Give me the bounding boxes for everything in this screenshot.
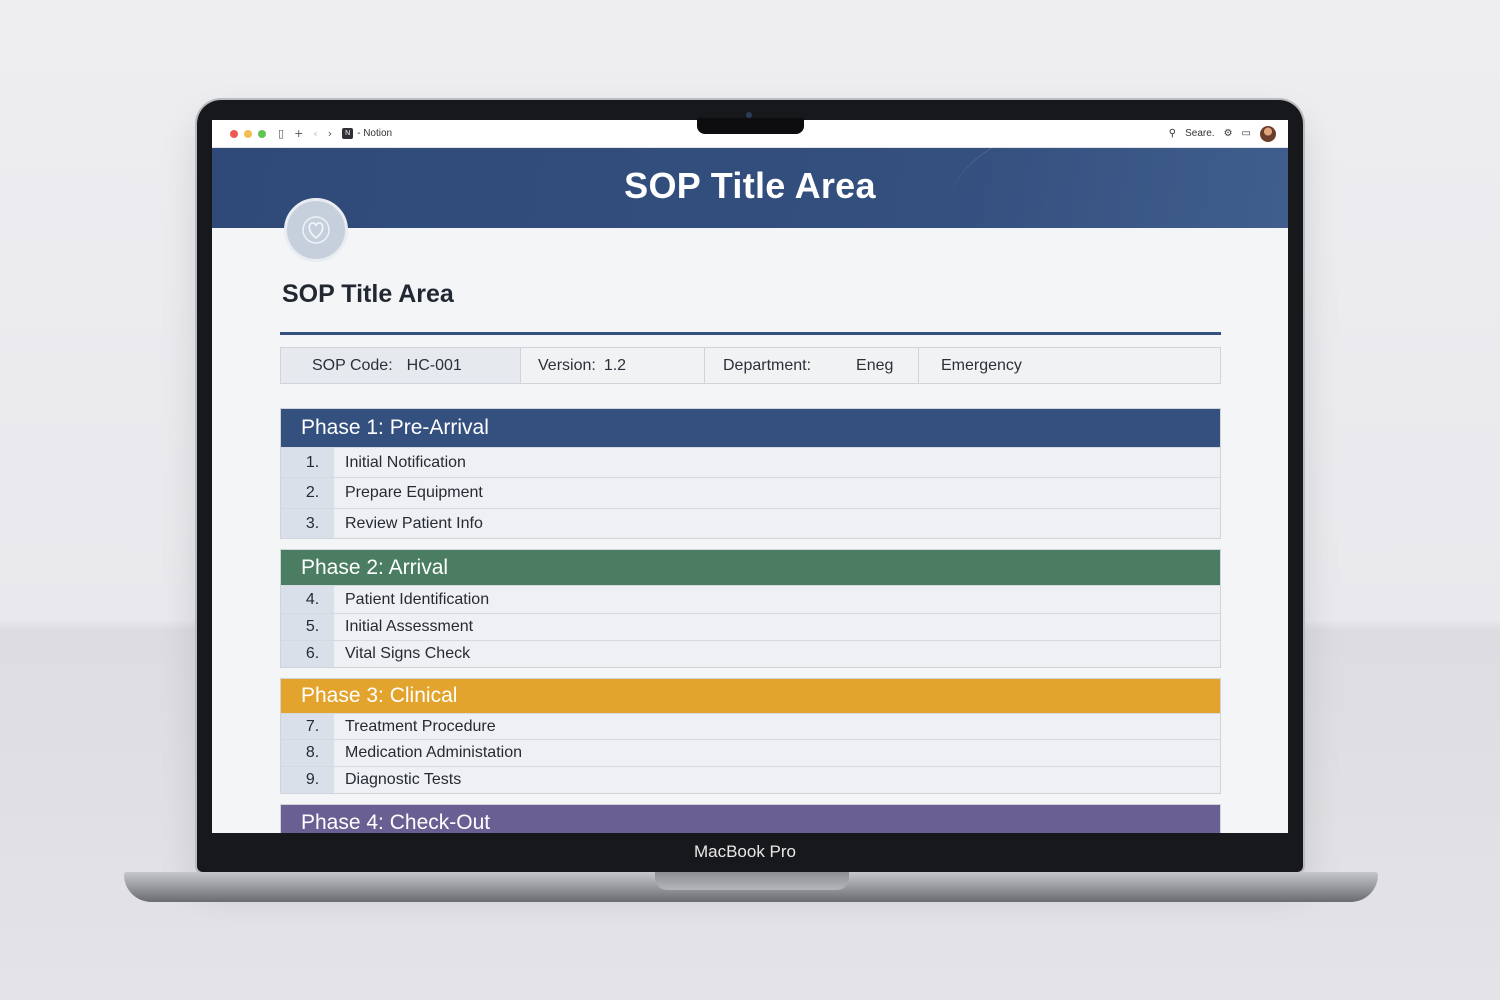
department-extra-value: Emergency: [941, 356, 1022, 374]
phase-section: Phase 1: Pre-Arrival 1. Initial Notifica…: [280, 408, 1221, 539]
search-icon[interactable]: ⚲: [1169, 128, 1176, 139]
department-value: Eneg: [856, 356, 894, 374]
step-label: Vital Signs Check: [345, 645, 471, 662]
meta-table: SOP Code: HC-001 Version: 1.2 Department…: [280, 347, 1221, 384]
step-row[interactable]: 8. Medication Administation: [281, 739, 1220, 766]
step-label: Prepare Equipment: [345, 484, 483, 501]
camera-notch: [697, 118, 804, 134]
banner-title: SOP Title Area: [624, 165, 876, 206]
window-controls: [230, 129, 266, 138]
sop-code-label: SOP Code:: [312, 356, 393, 374]
step-number: 4.: [281, 586, 334, 613]
sidebar-toggle-icon[interactable]: ▯: [278, 127, 284, 140]
step-label: Diagnostic Tests: [345, 771, 462, 788]
step-number: 5.: [281, 614, 334, 640]
department-label: Department:: [723, 356, 812, 374]
phase-section: Phase 4: Check-Out: [280, 804, 1221, 833]
heart-icon[interactable]: [284, 198, 348, 262]
notion-logo-icon: N: [342, 128, 354, 139]
new-page-icon[interactable]: +: [294, 127, 303, 140]
sop-code-cell[interactable]: SOP Code: HC-001: [281, 348, 521, 383]
phase-header[interactable]: Phase 4: Check-Out: [281, 805, 1220, 833]
device-brand-label: MacBook Pro: [693, 842, 797, 861]
window-icon[interactable]: ▭: [1242, 128, 1251, 139]
step-number: 3.: [281, 509, 334, 538]
screen: ▯ + ‹ › N - Notion ⚲ Seare. ⚙ ▭ SOP Titl…: [212, 120, 1288, 833]
phase-header[interactable]: Phase 3: Clinical: [281, 679, 1220, 713]
camera-icon: [746, 112, 752, 118]
step-number: 8.: [281, 740, 334, 766]
phase-title: Phase 1: Pre-Arrival: [301, 416, 489, 439]
step-label: Patient Identification: [345, 590, 490, 608]
app-tab[interactable]: N - Notion: [342, 128, 392, 139]
step-label: Initial Assessment: [345, 618, 474, 635]
step-number: 6.: [281, 641, 334, 667]
version-cell[interactable]: Version: 1.2: [521, 348, 705, 383]
forward-arrow-icon[interactable]: ›: [328, 127, 332, 140]
minimize-window-button[interactable]: [244, 129, 252, 138]
step-row[interactable]: 5. Initial Assessment: [281, 613, 1220, 640]
scene: ▯ + ‹ › N - Notion ⚲ Seare. ⚙ ▭ SOP Titl…: [0, 0, 1500, 1000]
cover-banner: SOP Title Area: [212, 148, 1288, 228]
version-value: 1.2: [603, 356, 627, 374]
step-label: Review Patient Info: [345, 514, 483, 532]
phase-title: Phase 4: Check-Out: [301, 811, 491, 833]
step-number: 9.: [281, 767, 334, 793]
search-label[interactable]: Seare.: [1185, 128, 1214, 139]
phase-title: Phase 3: Clinical: [301, 684, 458, 707]
step-row[interactable]: 3. Review Patient Info: [281, 508, 1220, 538]
step-row[interactable]: 7. Treatment Procedure: [281, 713, 1220, 739]
step-label: Initial Notification: [345, 453, 466, 471]
phase-section: Phase 2: Arrival 4. Patient Identificati…: [280, 549, 1221, 668]
step-row[interactable]: 2. Prepare Equipment: [281, 477, 1220, 508]
avatar[interactable]: [1260, 125, 1276, 142]
page-title: SOP Title Area: [282, 280, 454, 308]
phase-title: Phase 2: Arrival: [301, 555, 449, 579]
step-row[interactable]: 6. Vital Signs Check: [281, 640, 1220, 667]
sop-code-value: HC-001: [406, 356, 462, 374]
step-row[interactable]: 9. Diagnostic Tests: [281, 766, 1220, 793]
phase-section: Phase 3: Clinical 7. Treatment Procedure…: [280, 678, 1221, 794]
back-arrow-icon[interactable]: ‹: [313, 127, 317, 140]
step-label: Treatment Procedure: [345, 717, 496, 735]
maximize-window-button[interactable]: [258, 129, 266, 138]
step-row[interactable]: 4. Patient Identification: [281, 585, 1220, 613]
step-number: 7.: [281, 714, 334, 739]
department-extra-cell[interactable]: Emergency: [919, 348, 1220, 383]
page-content: SOP Title Area SOP Code: HC-001 Version:…: [212, 280, 1288, 833]
phase-header[interactable]: Phase 1: Pre-Arrival: [281, 409, 1220, 447]
step-number: 1.: [281, 448, 334, 477]
laptop-opening-groove: [655, 872, 849, 890]
step-label: Medication Administation: [345, 744, 522, 761]
close-window-button[interactable]: [230, 129, 238, 138]
toolbar-right: ⚲ Seare. ⚙ ▭: [1169, 125, 1276, 142]
phase-header[interactable]: Phase 2: Arrival: [281, 550, 1220, 585]
settings-icon[interactable]: ⚙: [1224, 128, 1233, 139]
version-label: Version:: [538, 356, 596, 374]
app-name: - Notion: [357, 128, 393, 139]
step-row[interactable]: 1. Initial Notification: [281, 447, 1220, 477]
step-number: 2.: [281, 478, 334, 508]
title-divider: [280, 332, 1221, 335]
department-cell[interactable]: Department: Eneg: [705, 348, 919, 383]
